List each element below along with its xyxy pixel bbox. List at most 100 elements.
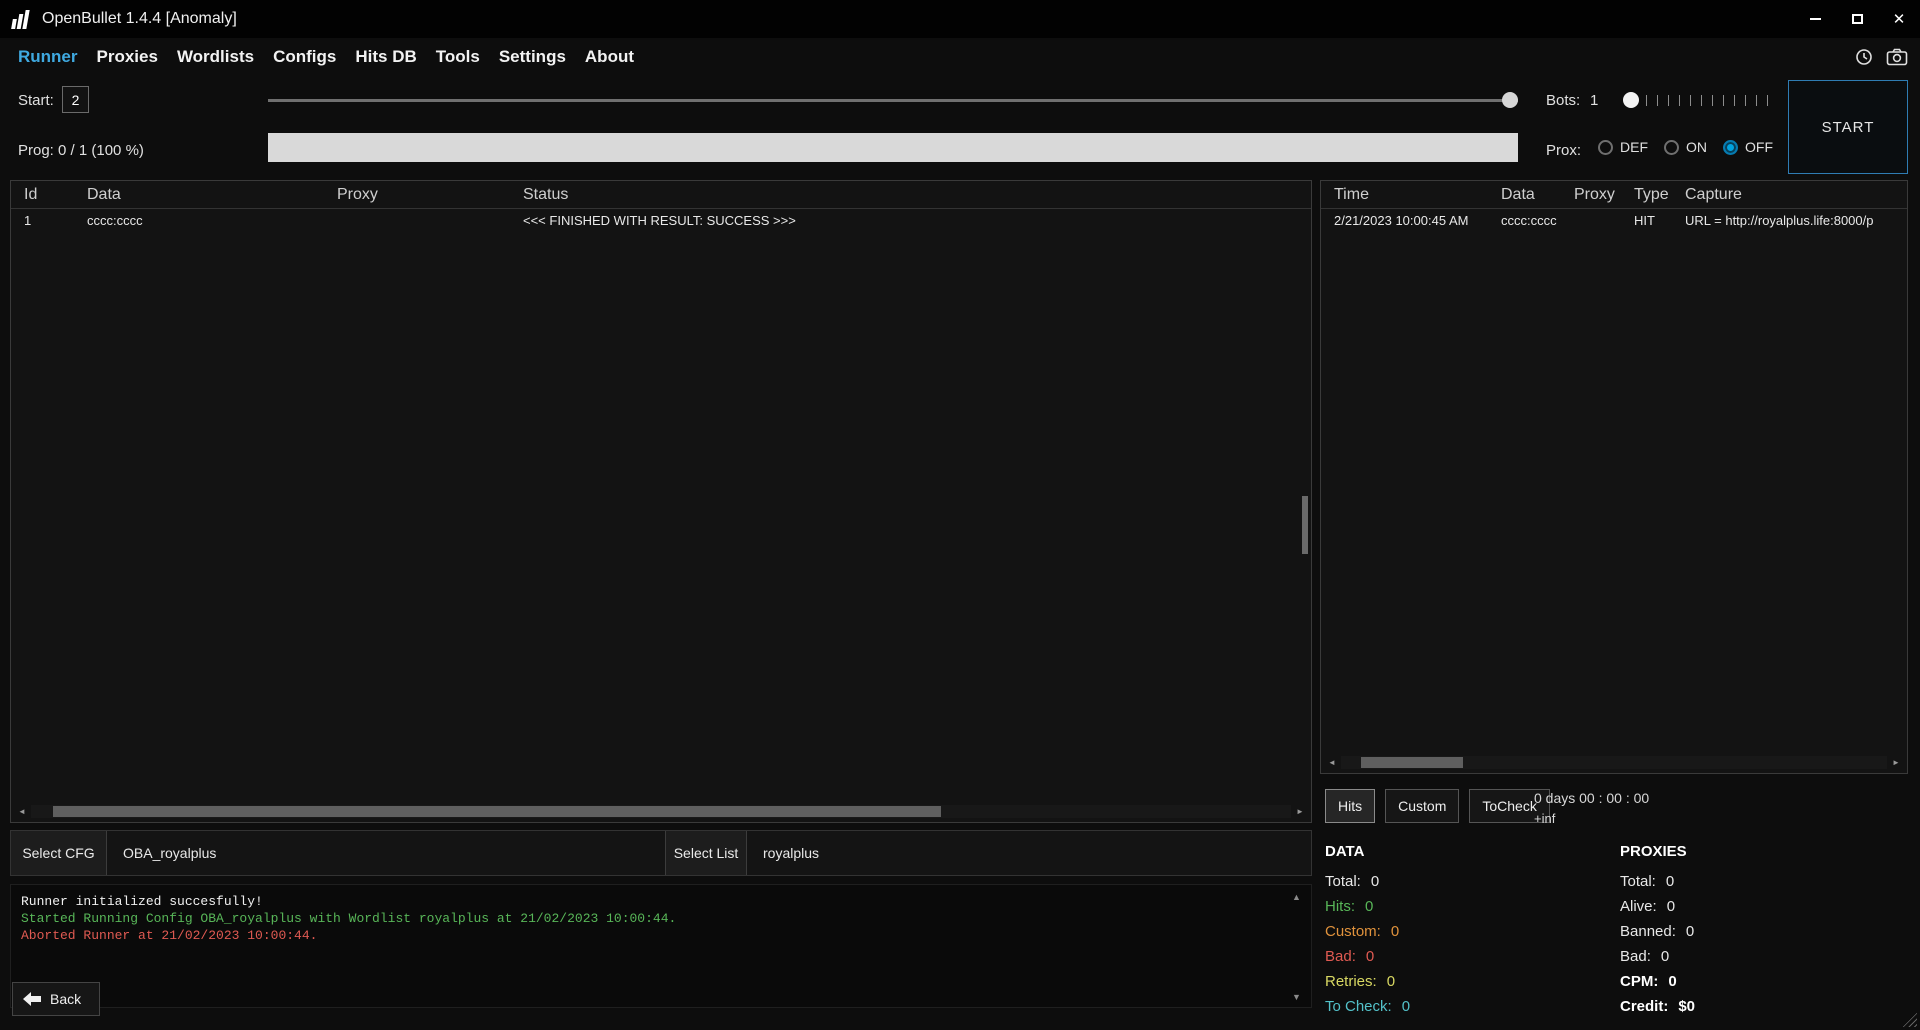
stat-label: Banned:: [1620, 923, 1676, 940]
cell-capture: URL = http://royalplus.life:8000/p: [1675, 213, 1907, 228]
scroll-right-icon[interactable]: ►: [1291, 807, 1309, 816]
back-button[interactable]: Back: [12, 982, 100, 1016]
radio-label: DEF: [1620, 139, 1648, 155]
runner-log[interactable]: Runner initialized succesfully! Started …: [10, 884, 1312, 1008]
column-header-data[interactable]: Data: [77, 186, 327, 204]
results-horizontal-scrollbar[interactable]: ◄ ►: [13, 804, 1309, 819]
stat-custom: Custom: 0: [1325, 919, 1595, 944]
start-button[interactable]: START: [1788, 80, 1908, 174]
start-slider[interactable]: [268, 90, 1518, 110]
window-title: OpenBullet 1.4.4 [Anomaly]: [42, 10, 237, 28]
stat-label: Custom:: [1325, 923, 1381, 940]
scrollbar-thumb[interactable]: [53, 806, 941, 817]
menu-tools[interactable]: Tools: [436, 47, 480, 67]
tab-custom[interactable]: Custom: [1385, 789, 1459, 823]
slider-thumb[interactable]: [1623, 92, 1639, 108]
log-line: Started Running Config OBA_royalplus wit…: [21, 910, 1285, 927]
stat-label: CPM:: [1620, 973, 1658, 990]
log-line: Runner initialized succesfully!: [21, 893, 1285, 910]
column-header-type[interactable]: Type: [1624, 186, 1675, 204]
stat-value: 0: [1668, 973, 1676, 990]
progress-bar: [268, 133, 1518, 162]
stat-credit: Credit: $0: [1620, 994, 1890, 1019]
config-name-field: OBA_royalplus: [107, 831, 665, 875]
select-cfg-button[interactable]: Select CFG: [11, 831, 107, 875]
menu-about[interactable]: About: [585, 47, 634, 67]
menu-bar: Runner Proxies Wordlists Configs Hits DB…: [0, 38, 1920, 76]
menu-settings[interactable]: Settings: [499, 47, 566, 67]
stat-label: To Check:: [1325, 998, 1392, 1015]
scroll-left-icon[interactable]: ◄: [13, 807, 31, 816]
stat-value: 0: [1371, 873, 1379, 890]
menu-configs[interactable]: Configs: [273, 47, 336, 67]
tab-hits[interactable]: Hits: [1325, 789, 1375, 823]
column-header-data[interactable]: Data: [1491, 186, 1564, 204]
scroll-right-icon[interactable]: ►: [1887, 758, 1905, 767]
scrollbar-track[interactable]: [1341, 756, 1887, 769]
minimize-icon: [1810, 18, 1821, 20]
scrollbar-thumb[interactable]: [1302, 496, 1308, 554]
minimize-button[interactable]: [1794, 0, 1836, 38]
stat-hits: Hits: 0: [1325, 894, 1595, 919]
stat-value: 0: [1667, 898, 1675, 915]
maximize-button[interactable]: [1836, 0, 1878, 38]
column-header-proxy[interactable]: Proxy: [327, 186, 513, 204]
bots-value: 1: [1590, 92, 1598, 109]
menu-runner[interactable]: Runner: [18, 47, 78, 67]
select-list-button[interactable]: Select List: [665, 831, 747, 875]
cell-status: <<< FINISHED WITH RESULT: SUCCESS >>>: [513, 213, 1311, 228]
resize-grip[interactable]: [1902, 1012, 1917, 1027]
stat-tocheck: To Check: 0: [1325, 994, 1595, 1019]
results-vertical-scrollbar[interactable]: [1301, 211, 1309, 800]
stat-value: 0: [1666, 873, 1674, 890]
menu-wordlists[interactable]: Wordlists: [177, 47, 254, 67]
hits-horizontal-scrollbar[interactable]: ◄ ►: [1323, 755, 1905, 770]
prox-off-radio[interactable]: OFF: [1723, 139, 1773, 155]
stat-value: 0: [1366, 948, 1374, 965]
stat-label: Hits:: [1325, 898, 1355, 915]
stat-value: 0: [1365, 898, 1373, 915]
camera-icon[interactable]: [1886, 47, 1908, 67]
column-header-status[interactable]: Status: [513, 186, 1311, 204]
scroll-up-icon[interactable]: ▲: [1292, 892, 1301, 902]
result-row[interactable]: 1 cccc:cccc <<< FINISHED WITH RESULT: SU…: [11, 209, 1311, 232]
wordlist-name-field: royalplus: [747, 831, 1311, 875]
stat-value: 0: [1686, 923, 1694, 940]
prox-def-radio[interactable]: DEF: [1598, 139, 1648, 155]
timer: 0 days 00 : 00 : 00 +inf: [1534, 790, 1649, 826]
scroll-down-icon[interactable]: ▼: [1292, 992, 1301, 1002]
column-header-id[interactable]: Id: [11, 186, 77, 204]
slider-track[interactable]: [268, 99, 1518, 102]
hits-table-header: Time Data Proxy Type Capture: [1321, 181, 1907, 209]
stat-cpm: CPM: 0: [1620, 969, 1890, 994]
stat-bad: Bad: 0: [1620, 944, 1890, 969]
bots-slider[interactable]: [1623, 90, 1773, 110]
stat-label: Bad:: [1325, 948, 1356, 965]
column-header-time[interactable]: Time: [1321, 186, 1491, 204]
menu-proxies[interactable]: Proxies: [97, 47, 158, 67]
back-arrow-icon: [23, 992, 41, 1006]
cell-time: 2/21/2023 10:00:45 AM: [1321, 213, 1491, 228]
prox-on-radio[interactable]: ON: [1664, 139, 1707, 155]
config-bar: Select CFG OBA_royalplus Select List roy…: [10, 830, 1312, 876]
cpm-inf: +inf: [1534, 811, 1649, 826]
scrollbar-thumb[interactable]: [1361, 757, 1463, 768]
stat-value: 0: [1391, 923, 1399, 940]
stat-label: Retries:: [1325, 973, 1377, 990]
prox-label: Prox:: [1546, 142, 1581, 159]
menu-icons: [1854, 47, 1908, 67]
elapsed-time: 0 days 00 : 00 : 00: [1534, 790, 1649, 806]
column-header-capture[interactable]: Capture: [1675, 186, 1907, 204]
close-button[interactable]: ✕: [1878, 0, 1920, 38]
scroll-left-icon[interactable]: ◄: [1323, 758, 1341, 767]
scrollbar-track[interactable]: [31, 805, 1291, 818]
proxies-stats-title: PROXIES: [1620, 843, 1890, 869]
hit-row[interactable]: 2/21/2023 10:00:45 AM cccc:cccc HIT URL …: [1321, 209, 1907, 232]
progress-fill: [268, 133, 1518, 162]
start-position-input[interactable]: [62, 86, 89, 113]
slider-thumb[interactable]: [1502, 92, 1518, 108]
menu-hitsdb[interactable]: Hits DB: [355, 47, 416, 67]
history-icon[interactable]: [1854, 47, 1874, 67]
column-header-proxy[interactable]: Proxy: [1564, 186, 1624, 204]
stat-value: 0: [1387, 973, 1395, 990]
